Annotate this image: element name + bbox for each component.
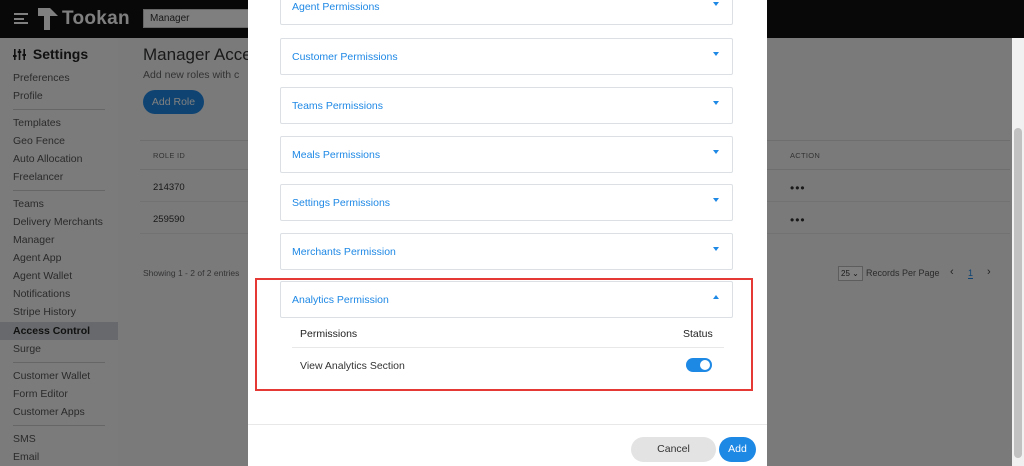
caret-down-icon [713,2,719,6]
accordion-merchants-permission[interactable]: Merchants Permission [280,233,733,270]
caret-down-icon [713,101,719,105]
modal-footer-divider [248,424,767,425]
scrollbar-thumb[interactable] [1014,128,1022,458]
cancel-button[interactable]: Cancel [631,437,716,462]
accordion-label: Merchants Permission [292,246,396,258]
add-button[interactable]: Add [719,437,756,462]
accordion-label: Teams Permissions [292,100,384,112]
accordion-label: Meals Permissions [292,149,381,161]
accordion-label: Customer Permissions [292,51,398,63]
accordion-label: Agent Permissions [292,1,380,13]
accordion-agent-permissions[interactable]: Agent Permissions [280,0,733,25]
caret-down-icon [713,150,719,154]
caret-down-icon [713,52,719,56]
accordion-customer-permissions[interactable]: Customer Permissions [280,38,733,75]
highlight-annotation [255,278,753,391]
accordion-meals-permissions[interactable]: Meals Permissions [280,136,733,173]
accordion-teams-permissions[interactable]: Teams Permissions [280,87,733,124]
caret-down-icon [713,198,719,202]
caret-down-icon [713,247,719,251]
accordion-settings-permissions[interactable]: Settings Permissions [280,184,733,221]
accordion-label: Settings Permissions [292,197,391,209]
